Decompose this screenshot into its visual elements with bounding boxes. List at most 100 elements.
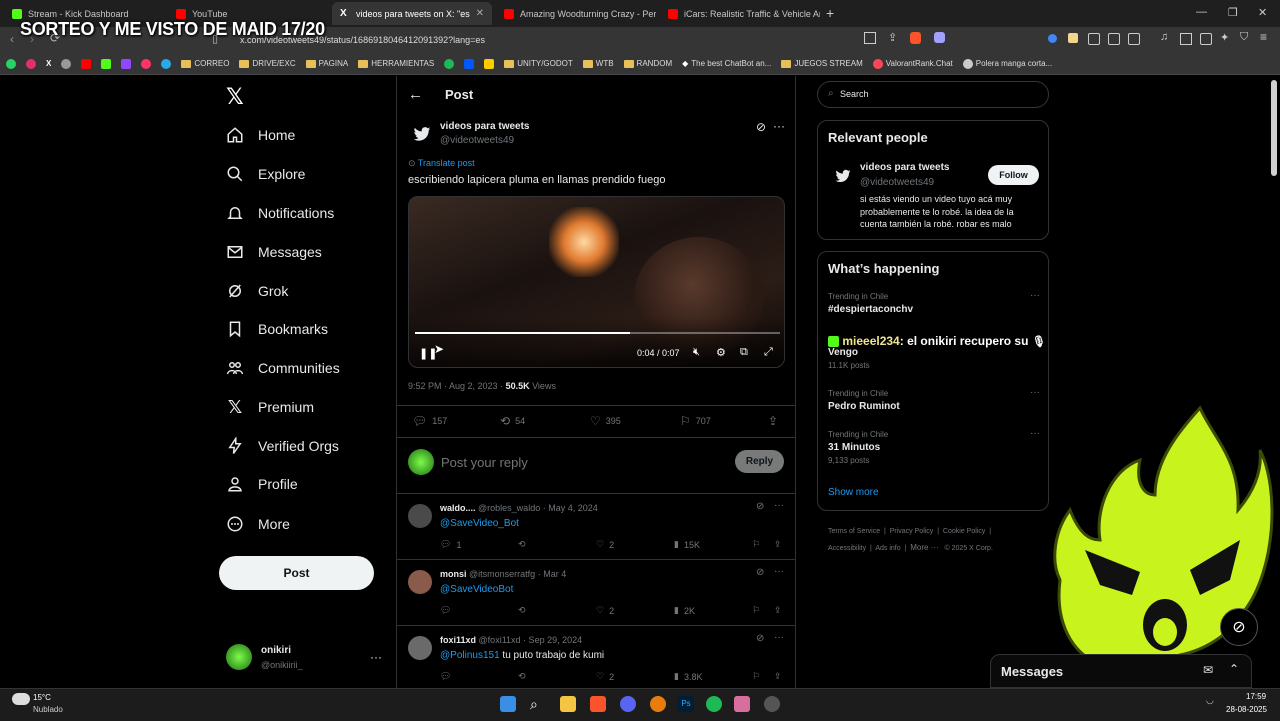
whatsapp-icon[interactable]	[6, 58, 16, 69]
show-more-link[interactable]: Show more	[828, 487, 879, 498]
reply-item[interactable]: foxi11xd @foxi11xd · Sep 29, 2024 ⊘ ··· …	[408, 632, 788, 688]
reply-avatar[interactable]	[408, 504, 432, 528]
reply-views[interactable]: ▮ 15K	[674, 539, 700, 550]
search-box[interactable]: ⌕ Search	[817, 81, 1049, 108]
file-explorer-icon[interactable]	[560, 696, 576, 712]
brave-rewards-icon[interactable]	[934, 32, 945, 43]
nav-home[interactable]: Home	[226, 126, 295, 144]
trend-menu-icon[interactable]: ···	[1030, 428, 1040, 439]
search-input[interactable]: Search	[840, 89, 869, 99]
reply-share-action[interactable]: ⇪	[774, 539, 782, 550]
trend-menu-icon[interactable]: ···	[1030, 290, 1040, 301]
grok-floating-button[interactable]: ⊘	[1220, 608, 1258, 646]
reply-share-action[interactable]: ⇪	[774, 671, 782, 682]
browser-tab-woodturning[interactable]: Amazing Woodturning Crazy - Perfe	[496, 2, 656, 25]
reply-views[interactable]: ▮ 3.8K	[674, 671, 702, 682]
app-icon[interactable]	[734, 696, 750, 712]
windows-start-icon[interactable]	[500, 696, 516, 712]
post-share-action[interactable]: ⇪	[768, 414, 778, 428]
nav-messages[interactable]: Messages	[226, 243, 322, 261]
picture-in-picture-icon[interactable]: ⧉	[740, 346, 748, 359]
reply-menu-icon[interactable]: ···	[774, 632, 784, 643]
reply-item[interactable]: monsi @itsmonserratfg · Mar 4 ⊘ ··· @Sav…	[408, 566, 788, 632]
new-tab-icon[interactable]: +	[826, 5, 834, 21]
post-bookmark-action[interactable]: ⚐ 707	[680, 414, 711, 428]
bookmark-folder-unity[interactable]: UNITY/GODOT	[504, 59, 573, 68]
nav-bookmarks[interactable]: Bookmarks	[226, 320, 328, 338]
reply-like-action[interactable]: ♡ 2	[596, 539, 614, 550]
reply-reply-action[interactable]: 💬︎ 1	[440, 539, 461, 550]
account-avatar[interactable]	[226, 644, 252, 670]
wallet-icon[interactable]	[1200, 33, 1212, 45]
kick-bookmark-icon[interactable]	[101, 58, 112, 69]
mute-icon[interactable]: 🔇︎	[693, 346, 700, 359]
reply-share-action[interactable]: ⇪	[774, 605, 782, 616]
bookmark-folder-random[interactable]: RANDOM	[623, 59, 672, 68]
grok-explain-icon[interactable]: ⊘	[756, 633, 764, 644]
share-icon[interactable]: ⇪	[888, 31, 897, 44]
twitch-icon[interactable]	[121, 58, 132, 69]
reply-bookmark-action[interactable]: ⚐	[752, 539, 760, 550]
reply-like-action[interactable]: ♡ 2	[596, 671, 614, 682]
apple-icon[interactable]	[61, 58, 72, 69]
trend-item[interactable]: Trending in Chile #despiertaconchv ···	[828, 290, 1040, 315]
bookmark-folder-correo[interactable]: CORREO	[181, 59, 229, 68]
back-icon[interactable]: ‹	[10, 32, 14, 46]
search-icon[interactable]: ⌕	[530, 696, 546, 712]
obs-icon[interactable]	[764, 696, 780, 712]
bookmark-folder-herramientas[interactable]: HERRAMIENTAS	[358, 59, 434, 68]
messages-drawer[interactable]: Messages ✉ ⌃	[990, 654, 1252, 688]
ai-icon[interactable]: ✦	[1220, 31, 1229, 44]
relevant-person-name[interactable]: videos para tweets	[860, 162, 949, 173]
reply-avatar[interactable]	[408, 570, 432, 594]
nav-more[interactable]: More	[226, 515, 290, 533]
bookmark-folder-juegos[interactable]: JUEGOS STREAM	[781, 59, 863, 68]
trend-menu-icon[interactable]: ···	[1030, 387, 1040, 398]
extension-icon[interactable]	[1048, 34, 1057, 43]
clock-date[interactable]: 28-08-2025	[1226, 705, 1267, 714]
reply-menu-icon[interactable]: ···	[774, 500, 784, 511]
brave-shield-icon[interactable]	[910, 32, 921, 44]
nav-notifications[interactable]: Notifications	[226, 204, 334, 222]
youtube-bookmark-icon[interactable]	[81, 58, 92, 69]
app-icon[interactable]	[444, 58, 455, 69]
close-tab-icon[interactable]: ✕	[476, 8, 484, 19]
relevant-avatar[interactable]	[834, 167, 852, 190]
grok-explain-icon[interactable]: ⊘	[756, 567, 764, 578]
nav-explore[interactable]: Explore	[226, 165, 305, 183]
author-name[interactable]: videos para tweets	[440, 121, 529, 132]
extension-icon[interactable]	[1088, 33, 1100, 45]
nav-communities[interactable]: Communities	[226, 359, 340, 377]
reply-input[interactable]: Post your reply	[441, 455, 528, 470]
expand-icon[interactable]: ⌃	[1229, 662, 1239, 676]
discord-icon[interactable]	[620, 696, 636, 712]
nav-verified-orgs[interactable]: Verified Orgs	[226, 437, 339, 455]
photoshop-icon[interactable]: Ps	[678, 696, 694, 712]
system-tray-icon[interactable]: ◡	[1206, 695, 1214, 706]
sidebar-icon[interactable]	[1180, 33, 1192, 45]
grok-explain-icon[interactable]: ⊘	[756, 501, 764, 512]
post-reply-action[interactable]: 💬︎ 157	[412, 414, 447, 428]
browser-tab-icars[interactable]: iCars: Realistic Traffic & Vehicle Anim	[660, 2, 820, 25]
extension-icon[interactable]	[1128, 33, 1140, 45]
post-repost-action[interactable]: ⟲ 54	[500, 414, 525, 428]
blender-icon[interactable]	[650, 696, 666, 712]
nav-profile[interactable]: Profile	[226, 475, 298, 493]
extension-icon[interactable]	[1068, 33, 1078, 43]
telegram-icon[interactable]	[161, 58, 172, 69]
minimize-icon[interactable]: —	[1196, 6, 1207, 18]
fullscreen-icon[interactable]: ⤢	[764, 346, 773, 359]
trend-item[interactable]: Trending in Chile Pedro Ruminot ···	[828, 387, 1040, 412]
compose-post-button[interactable]: Post	[219, 556, 374, 590]
extension-icon[interactable]	[1108, 33, 1120, 45]
author-avatar[interactable]	[412, 124, 432, 144]
bookmark-folder-drive[interactable]: DRIVE/EXC	[239, 59, 296, 68]
brave-browser-icon[interactable]	[590, 696, 606, 712]
new-message-icon[interactable]: ✉	[1203, 663, 1213, 677]
trend-item[interactable]: Trending in Chile 31 Minutos 9,133 posts…	[828, 428, 1040, 465]
nav-premium[interactable]: 𝕏 Premium	[226, 398, 314, 416]
grok-explain-icon[interactable]: ⊘	[756, 120, 766, 134]
app-icon[interactable]	[141, 58, 152, 69]
spotify-icon[interactable]	[706, 696, 722, 712]
reply-avatar[interactable]	[408, 636, 432, 660]
